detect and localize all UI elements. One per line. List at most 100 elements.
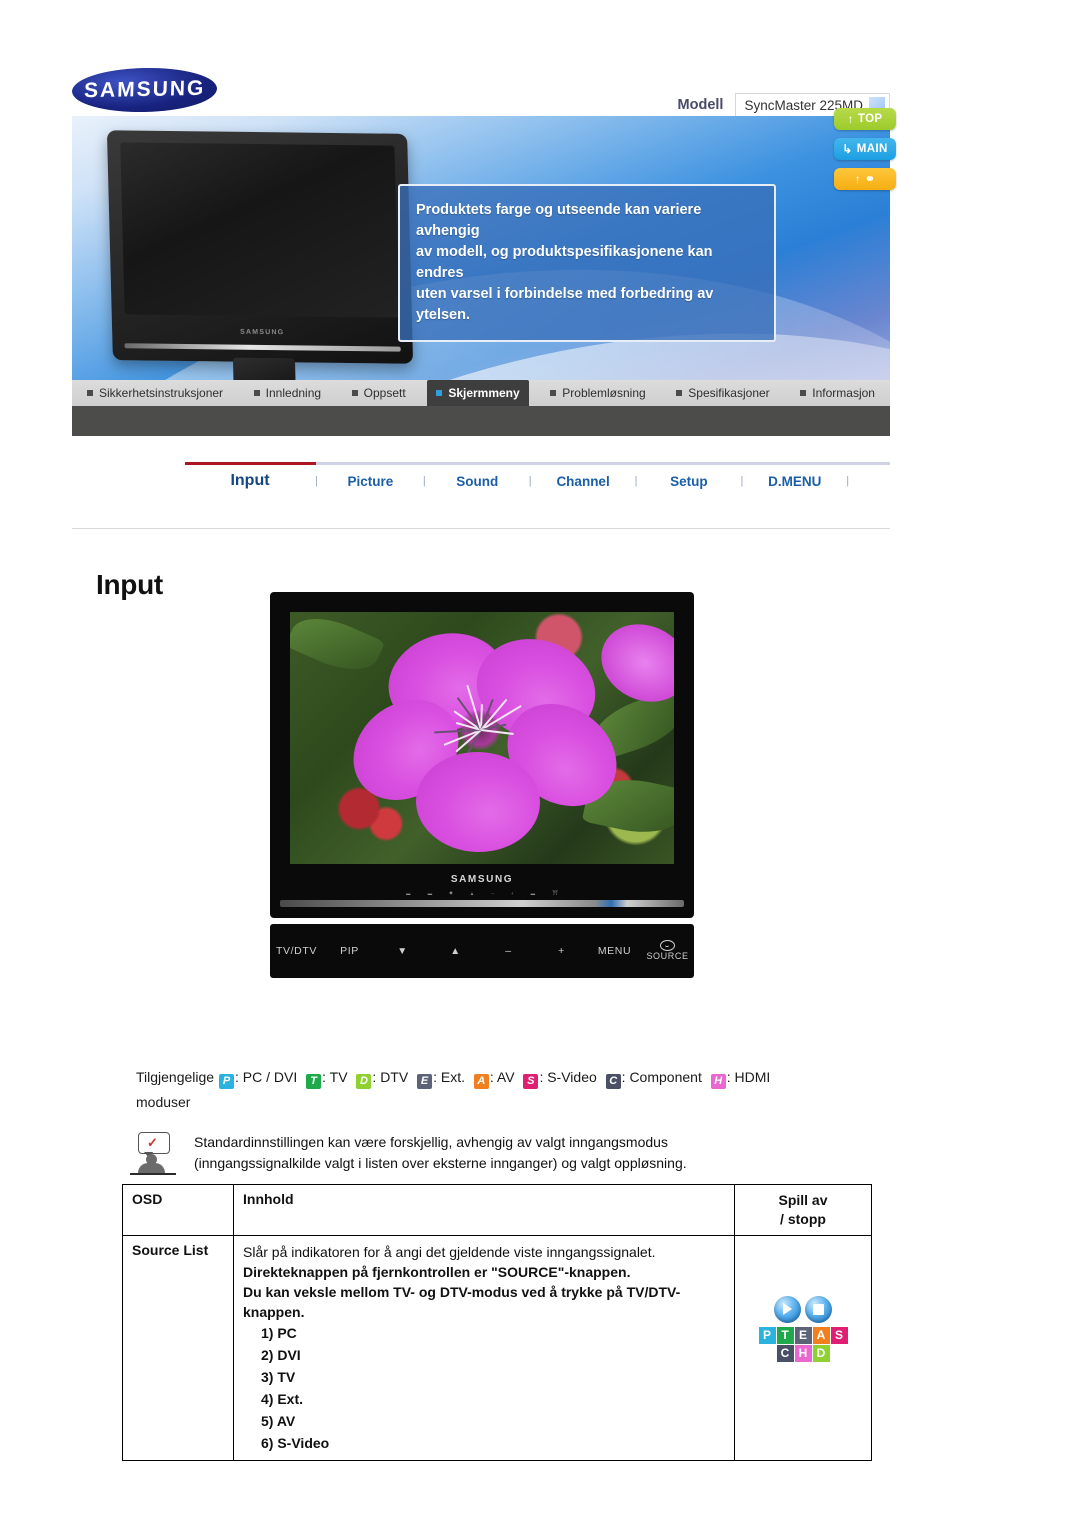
nav-tab-spesifikasjoner[interactable]: Spesifikasjoner xyxy=(667,380,778,406)
return-arrow-icon: ↳ xyxy=(842,142,853,156)
badge-d-icon: D xyxy=(812,1345,830,1362)
tv-front-keys: ▬ ▬ ◆ ▲ – + ▬ ⛩ xyxy=(406,890,558,896)
desc-plain: Slår på indikatoren for å angi det gjeld… xyxy=(243,1244,656,1260)
monitor-screen xyxy=(120,142,399,318)
nav-tab-innledning[interactable]: Innledning xyxy=(245,380,330,406)
nav-tab-label: Sikkerhetsinstruksjoner xyxy=(99,386,224,400)
legend-text-d: : DTV xyxy=(372,1069,409,1085)
legend-item-e: E: Ext. xyxy=(416,1069,469,1089)
legend-text-p: : PC / DVI xyxy=(234,1069,298,1085)
table-row: Source List Slår på indikatoren for å an… xyxy=(122,1235,872,1461)
tip-person-icon: ✓ xyxy=(128,1132,180,1176)
option-1: 1) PC xyxy=(261,1325,297,1341)
badge-t-icon: T xyxy=(776,1327,794,1344)
bullet-square-icon xyxy=(253,390,260,396)
monitor-bezel: SAMSUNG xyxy=(106,130,414,364)
back-button[interactable]: ↑ ⚭ xyxy=(834,168,896,190)
nav-tab-label: Spesifikasjoner xyxy=(688,386,770,400)
top-button[interactable]: ↑ TOP xyxy=(834,108,896,130)
key-mark: – xyxy=(491,890,494,896)
cell-content: Slår på indikatoren for å angi det gjeld… xyxy=(233,1235,735,1461)
submenu-item-channel[interactable]: Channel xyxy=(532,474,635,489)
legend-item-d: D: DTV xyxy=(355,1069,412,1089)
up-arrow-icon: ↑ xyxy=(847,112,854,126)
product-notice-box: Produktets farge og utseende kan variere… xyxy=(398,184,776,342)
panel-key-source: SOURCE xyxy=(641,940,694,961)
notice-line-1: Produktets farge og utseende kan variere… xyxy=(416,202,702,239)
osd-table: OSD Innhold Spill av / stopp Source List… xyxy=(122,1184,872,1461)
submenu-item-input[interactable]: Input xyxy=(185,472,315,490)
submenu-separator: | xyxy=(846,475,850,487)
tip-note-line-1: Standardinnstillingen kan være forskjell… xyxy=(194,1134,668,1150)
legend-text-e: : Ext. xyxy=(433,1069,465,1085)
nav-tab-skjermmeny[interactable]: Skjermmeny xyxy=(427,380,529,406)
quick-nav-buttons: ↑ TOP ↳ MAIN ↑ ⚭ xyxy=(834,108,896,190)
logo-text: SAMSUNG xyxy=(83,76,206,103)
badge-p-icon: P xyxy=(758,1327,776,1344)
nav-tab-oppsett[interactable]: Oppsett xyxy=(343,380,415,406)
tip-note-text: Standardinnstillingen kan være forskjell… xyxy=(194,1132,687,1176)
submenu-item-dmenu[interactable]: D.MENU xyxy=(743,474,846,489)
nav-tab-label: Problemløsning xyxy=(562,386,646,400)
desk-line-icon xyxy=(130,1173,176,1175)
submenu-active-underline xyxy=(185,462,316,465)
submenu-rule xyxy=(185,462,890,465)
nav-tab-problemlosning[interactable]: Problemløsning xyxy=(541,380,654,406)
product-banner: SAMSUNG Modell SyncMaster 225MD SAMSUNG … xyxy=(71,60,896,435)
desc-bold-1: Direkteknappen på fjernkontrollen er "SO… xyxy=(243,1264,631,1280)
legend-text-h: : HDMI xyxy=(726,1069,771,1085)
key-mark: ▬ xyxy=(530,890,536,896)
submenu-item-setup[interactable]: Setup xyxy=(637,474,740,489)
bullet-square-icon xyxy=(351,390,358,396)
panel-key-menu: MENU xyxy=(597,945,632,957)
stop-button-icon[interactable] xyxy=(805,1296,832,1323)
panel-key-plus: + xyxy=(558,945,565,957)
tip-note: ✓ Standardinnstillingen kan være forskje… xyxy=(128,1132,873,1176)
tv-screen xyxy=(290,612,674,864)
mode-badges-row-1: PTEAS xyxy=(744,1327,862,1344)
nav-tab-label: Skjermmeny xyxy=(448,386,520,400)
hero-banner: SAMSUNG Produktets farge og utseende kan… xyxy=(72,116,890,380)
top-button-label: TOP xyxy=(857,113,883,125)
control-panel-diagram: TV/DTV PIP ▼ ▲ – + MENU SOURCE xyxy=(270,924,694,978)
page-title: Input xyxy=(96,568,163,600)
submenu-item-sound[interactable]: Sound xyxy=(426,474,529,489)
legend-text-a: : AV xyxy=(489,1069,515,1085)
legend-text-c: : Component xyxy=(621,1069,702,1085)
badge-h-icon: H xyxy=(794,1345,812,1362)
submenu: Input | Picture | Sound | Channel | Setu… xyxy=(185,462,890,490)
nav-tab-informasjon[interactable]: Informasjon xyxy=(791,380,884,406)
content-divider xyxy=(72,528,890,529)
monitor-brand-text: SAMSUNG xyxy=(240,328,285,337)
key-mark: ◆ xyxy=(449,890,453,895)
cell-play-stop: PTEAS CHD xyxy=(734,1235,872,1461)
submenu-item-picture[interactable]: Picture xyxy=(318,474,423,489)
notice-line-2: av modell, og produktspesifikasjonene ka… xyxy=(416,244,713,281)
header-play-line1: Spill av xyxy=(778,1192,828,1208)
header-play-stop: Spill av / stopp xyxy=(734,1184,872,1236)
source-ring-icon xyxy=(660,940,675,952)
legend-text-s: : S-Video xyxy=(539,1069,597,1085)
key-mark: ▬ xyxy=(427,890,433,896)
main-button[interactable]: ↳ MAIN xyxy=(834,138,896,160)
play-button-icon[interactable] xyxy=(774,1296,801,1323)
nav-tab-label: Oppsett xyxy=(363,386,406,400)
legend-item-c: C: Component xyxy=(605,1069,706,1089)
key-mark: ▲ xyxy=(469,890,475,896)
option-4: 4) Ext. xyxy=(261,1391,304,1407)
badge-t-icon: T xyxy=(306,1074,322,1089)
key-mark: + xyxy=(510,890,514,896)
badge-p-icon: P xyxy=(218,1074,234,1089)
cell-osd-source-list: Source List xyxy=(122,1235,234,1461)
primary-nav-bar: Sikkerhetsinstruksjoner Innledning Oppse… xyxy=(72,380,890,406)
badge-e-icon: E xyxy=(794,1327,812,1344)
badge-a-icon: A xyxy=(812,1327,830,1344)
badge-s-icon: S xyxy=(830,1327,848,1344)
submenu-list: Input | Picture | Sound | Channel | Setu… xyxy=(185,472,890,490)
nav-tab-sikkerhetsinstruksjoner[interactable]: Sikkerhetsinstruksjoner xyxy=(78,380,232,406)
samsung-logo: SAMSUNG xyxy=(71,66,218,114)
header-play-line2: / stopp xyxy=(780,1211,826,1227)
legend-item-p: P: PC / DVI xyxy=(218,1069,301,1089)
model-label: Modell xyxy=(677,97,724,113)
legend-item-t: T: TV xyxy=(305,1069,351,1089)
